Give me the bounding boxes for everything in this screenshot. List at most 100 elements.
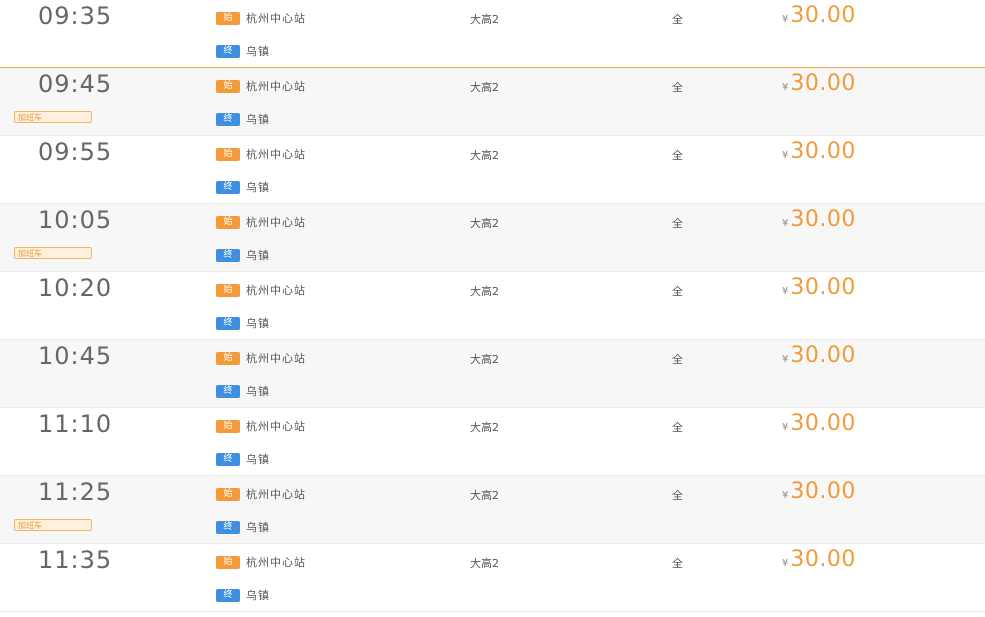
- departure-time: 11:25: [38, 478, 113, 506]
- departure-time: 10:05: [38, 206, 113, 234]
- price-amount: 30.00: [790, 139, 856, 164]
- start-tag-icon: 始: [216, 215, 240, 229]
- ticket-price: ¥ 30.00: [782, 139, 856, 164]
- currency-symbol: ¥: [782, 558, 789, 569]
- end-tag-icon: 终: [216, 384, 240, 398]
- currency-symbol: ¥: [782, 14, 789, 25]
- end-tag-icon: 终: [216, 180, 240, 194]
- start-station: 始 杭州中心站: [216, 419, 306, 433]
- bus-type: 大高2: [470, 13, 499, 26]
- start-station-name: 杭州中心站: [246, 148, 306, 161]
- end-station-name: 乌镇: [246, 521, 270, 534]
- schedule-list: 09:35 始 杭州中心站 终 乌镇 大高2 全 ¥ 30.00 09:45 加…: [0, 0, 985, 612]
- departure-time: 11:10: [38, 410, 113, 438]
- bus-type: 大高2: [470, 557, 499, 570]
- start-station-name: 杭州中心站: [246, 420, 306, 433]
- departure-time: 09:45: [38, 70, 113, 98]
- start-station-name: 杭州中心站: [246, 216, 306, 229]
- bus-type: 大高2: [470, 81, 499, 94]
- schedule-row[interactable]: 10:20 始 杭州中心站 终 乌镇 大高2 全 ¥ 30.00: [0, 272, 985, 340]
- schedule-row[interactable]: 11:25 加班车 始 杭州中心站 终 乌镇 大高2 全 ¥ 30.00: [0, 476, 985, 544]
- seat-status: 全: [672, 149, 683, 162]
- start-station-name: 杭州中心站: [246, 12, 306, 25]
- schedule-row[interactable]: 11:35 始 杭州中心站 终 乌镇 大高2 全 ¥ 30.00: [0, 544, 985, 612]
- currency-symbol: ¥: [782, 286, 789, 297]
- end-station-name: 乌镇: [246, 385, 270, 398]
- end-station-name: 乌镇: [246, 45, 270, 58]
- start-station-name: 杭州中心站: [246, 284, 306, 297]
- start-station-name: 杭州中心站: [246, 556, 306, 569]
- price-amount: 30.00: [790, 207, 856, 232]
- bus-type: 大高2: [470, 421, 499, 434]
- price-amount: 30.00: [790, 3, 856, 28]
- end-tag-icon: 终: [216, 112, 240, 126]
- schedule-row[interactable]: 09:55 始 杭州中心站 终 乌镇 大高2 全 ¥ 30.00: [0, 136, 985, 204]
- end-tag-icon: 终: [216, 520, 240, 534]
- price-amount: 30.00: [790, 71, 856, 96]
- departure-time: 09:35: [38, 2, 113, 30]
- price-amount: 30.00: [790, 547, 856, 572]
- departure-time: 10:45: [38, 342, 113, 370]
- start-station-name: 杭州中心站: [246, 488, 306, 501]
- start-station: 始 杭州中心站: [216, 351, 306, 365]
- currency-symbol: ¥: [782, 82, 789, 93]
- seat-status: 全: [672, 489, 683, 502]
- end-station-name: 乌镇: [246, 113, 270, 126]
- start-tag-icon: 始: [216, 283, 240, 297]
- schedule-row[interactable]: 09:35 始 杭州中心站 终 乌镇 大高2 全 ¥ 30.00: [0, 0, 985, 68]
- ticket-price: ¥ 30.00: [782, 71, 856, 96]
- currency-symbol: ¥: [782, 354, 789, 365]
- end-station: 终 乌镇: [216, 384, 270, 398]
- price-amount: 30.00: [790, 343, 856, 368]
- end-station: 终 乌镇: [216, 588, 270, 602]
- seat-status: 全: [672, 217, 683, 230]
- seat-status: 全: [672, 557, 683, 570]
- bus-type: 大高2: [470, 353, 499, 366]
- start-tag-icon: 始: [216, 351, 240, 365]
- bus-type: 大高2: [470, 149, 499, 162]
- currency-symbol: ¥: [782, 218, 789, 229]
- price-amount: 30.00: [790, 411, 856, 436]
- price-amount: 30.00: [790, 479, 856, 504]
- start-station: 始 杭州中心站: [216, 283, 306, 297]
- start-tag-icon: 始: [216, 11, 240, 25]
- schedule-row[interactable]: 09:45 加班车 始 杭州中心站 终 乌镇 大高2 全 ¥ 30.00: [0, 68, 985, 136]
- ticket-price: ¥ 30.00: [782, 479, 856, 504]
- start-tag-icon: 始: [216, 419, 240, 433]
- end-station: 终 乌镇: [216, 520, 270, 534]
- currency-symbol: ¥: [782, 422, 789, 433]
- seat-status: 全: [672, 285, 683, 298]
- ticket-price: ¥ 30.00: [782, 547, 856, 572]
- start-station-name: 杭州中心站: [246, 352, 306, 365]
- currency-symbol: ¥: [782, 490, 789, 501]
- ticket-price: ¥ 30.00: [782, 207, 856, 232]
- departure-time: 11:35: [38, 546, 113, 574]
- seat-status: 全: [672, 13, 683, 26]
- ticket-price: ¥ 30.00: [782, 343, 856, 368]
- start-station-name: 杭州中心站: [246, 80, 306, 93]
- end-station-name: 乌镇: [246, 317, 270, 330]
- end-station-name: 乌镇: [246, 453, 270, 466]
- end-station: 终 乌镇: [216, 452, 270, 466]
- end-station-name: 乌镇: [246, 181, 270, 194]
- seat-status: 全: [672, 353, 683, 366]
- end-station: 终 乌镇: [216, 44, 270, 58]
- start-station: 始 杭州中心站: [216, 11, 306, 25]
- schedule-row[interactable]: 10:05 加班车 始 杭州中心站 终 乌镇 大高2 全 ¥ 30.00: [0, 204, 985, 272]
- start-station: 始 杭州中心站: [216, 79, 306, 93]
- start-tag-icon: 始: [216, 487, 240, 501]
- end-station-name: 乌镇: [246, 589, 270, 602]
- bus-type: 大高2: [470, 217, 499, 230]
- currency-symbol: ¥: [782, 150, 789, 161]
- schedule-row[interactable]: 11:10 始 杭州中心站 终 乌镇 大高2 全 ¥ 30.00: [0, 408, 985, 476]
- end-station: 终 乌镇: [216, 180, 270, 194]
- extra-bus-badge: 加班车: [14, 111, 92, 123]
- start-tag-icon: 始: [216, 147, 240, 161]
- start-station: 始 杭州中心站: [216, 487, 306, 501]
- extra-bus-badge: 加班车: [14, 519, 92, 531]
- end-station: 终 乌镇: [216, 112, 270, 126]
- schedule-row[interactable]: 10:45 始 杭州中心站 终 乌镇 大高2 全 ¥ 30.00: [0, 340, 985, 408]
- end-tag-icon: 终: [216, 44, 240, 58]
- end-tag-icon: 终: [216, 452, 240, 466]
- end-station: 终 乌镇: [216, 248, 270, 262]
